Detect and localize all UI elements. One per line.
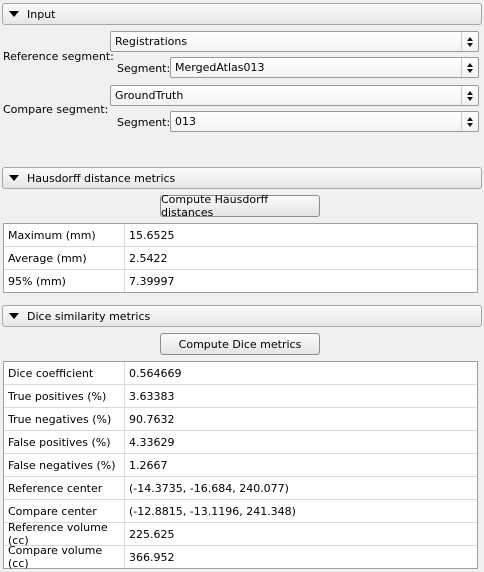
metric-value: 15.6525 — [129, 228, 175, 242]
metric-value: 4.33629 — [129, 435, 175, 449]
combo-value: GroundTruth — [115, 89, 184, 102]
metric-label: True positives (%) — [4, 385, 125, 407]
hausdorff-table: Maximum (mm) 15.6525 Average (mm) 2.5422… — [3, 223, 478, 293]
table-row: False positives (%) 4.33629 — [4, 431, 477, 454]
metric-label: True negatives (%) — [4, 408, 125, 430]
metric-value: 0.564669 — [129, 366, 182, 380]
metric-label: False positives (%) — [4, 431, 125, 453]
metric-label: Reference center — [4, 477, 125, 499]
metric-label: False negatives (%) — [4, 454, 125, 476]
reference-segment-combo[interactable]: MergedAtlas013 — [170, 57, 479, 78]
table-row: Compare volume (cc) 366.952 — [4, 544, 477, 570]
reference-segment-label: Reference segment: — [3, 49, 114, 63]
collapse-arrow-icon — [9, 11, 19, 17]
combo-value: Registrations — [115, 35, 188, 48]
metric-value: (-12.8815, -13.1196, 241.348) — [129, 504, 296, 518]
table-row: True positives (%) 3.63383 — [4, 385, 477, 408]
metric-value: 1.2667 — [129, 458, 168, 472]
hausdorff-section-header[interactable]: Hausdorff distance metrics — [2, 167, 482, 189]
table-row: Maximum (mm) 15.6525 — [4, 224, 477, 247]
compare-node-combo[interactable]: GroundTruth — [110, 85, 479, 106]
compute-hausdorff-button[interactable]: Compute Hausdorff distances — [160, 193, 320, 219]
compare-segment-label: Compare segment: — [3, 102, 109, 116]
compute-dice-button[interactable]: Compute Dice metrics — [160, 333, 320, 355]
combo-value: MergedAtlas013 — [175, 61, 265, 74]
metric-label: Compare volume (cc) — [4, 544, 125, 570]
dice-table: Dice coefficient 0.564669 True positives… — [3, 361, 478, 570]
table-row: Average (mm) 2.5422 — [4, 247, 477, 270]
combo-arrows-icon — [461, 86, 478, 105]
combo-arrows-icon — [461, 112, 478, 131]
metric-value: 366.952 — [129, 550, 175, 564]
collapse-arrow-icon — [9, 175, 19, 181]
reference-node-combo[interactable]: Registrations — [110, 31, 479, 52]
dice-section-header[interactable]: Dice similarity metrics — [2, 305, 482, 327]
section-title: Dice similarity metrics — [27, 309, 151, 323]
combo-arrows-icon — [461, 58, 478, 77]
table-row: Dice coefficient 0.564669 — [4, 362, 477, 385]
metric-label: Dice coefficient — [4, 362, 125, 384]
compare-segment-sub-label: Segment: — [117, 115, 171, 129]
combo-arrows-icon — [461, 32, 478, 51]
combo-value: 013 — [175, 115, 196, 128]
table-row: 95% (mm) 7.39997 — [4, 270, 477, 292]
collapse-arrow-icon — [9, 313, 19, 319]
table-row: Reference volume (cc) 225.625 — [4, 521, 477, 547]
table-row: False negatives (%) 1.2667 — [4, 454, 477, 477]
metric-label: Reference volume (cc) — [4, 521, 125, 547]
table-row: Reference center (-14.3735, -16.684, 240… — [4, 477, 477, 500]
metric-value: (-14.3735, -16.684, 240.077) — [129, 481, 289, 495]
metric-label: 95% (mm) — [4, 270, 125, 292]
metric-label: Average (mm) — [4, 247, 125, 269]
section-title: Hausdorff distance metrics — [27, 171, 176, 185]
table-row: True negatives (%) 90.7632 — [4, 408, 477, 431]
metric-label: Compare center — [4, 500, 125, 522]
metric-value: 3.63383 — [129, 389, 175, 403]
compare-segment-combo[interactable]: 013 — [170, 111, 479, 132]
reference-segment-sub-label: Segment: — [117, 61, 171, 75]
metric-value: 225.625 — [129, 527, 175, 541]
metric-value: 2.5422 — [129, 251, 168, 265]
metric-label: Maximum (mm) — [4, 224, 125, 246]
table-row: Compare center (-12.8815, -13.1196, 241.… — [4, 500, 477, 523]
metric-value: 7.39997 — [129, 274, 175, 288]
input-section-header[interactable]: Input — [2, 3, 482, 25]
section-title: Input — [27, 7, 56, 21]
metric-value: 90.7632 — [129, 412, 175, 426]
